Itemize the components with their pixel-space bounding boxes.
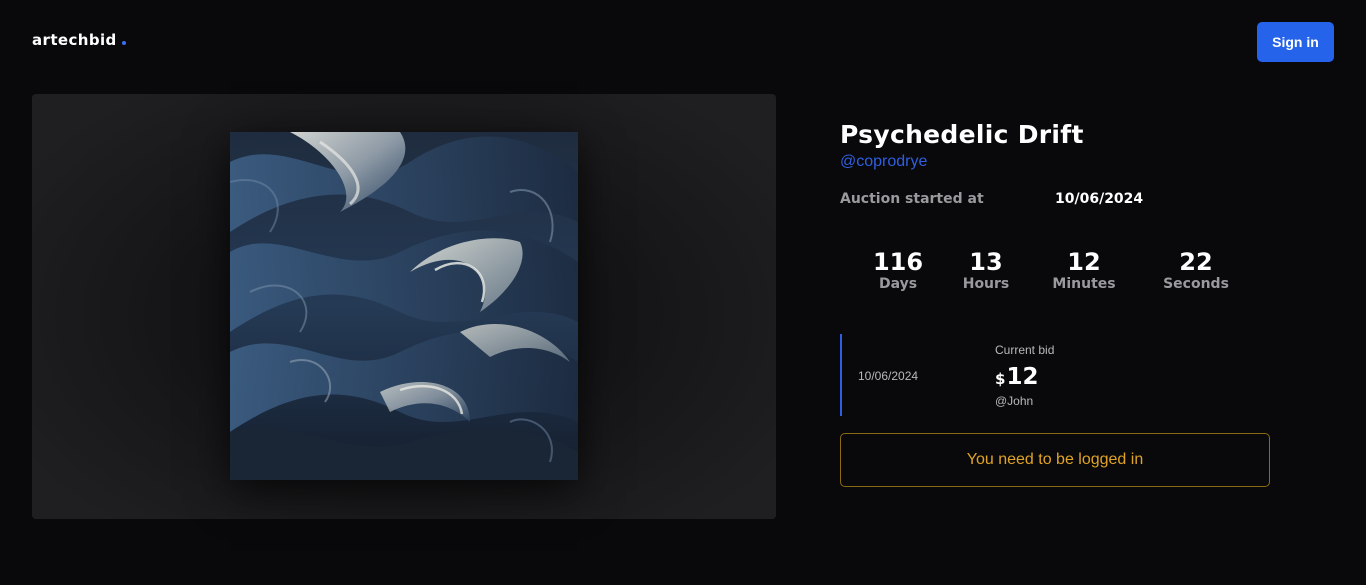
artist-link[interactable]: @coprodrye — [840, 153, 927, 171]
artwork-image — [230, 132, 578, 480]
countdown-minutes: 12 Minutes — [1052, 248, 1115, 292]
auction-start-label: Auction started at — [840, 191, 984, 207]
site-header: artechbid Sign in — [0, 0, 1366, 84]
countdown-days-label: Days — [878, 276, 918, 292]
countdown-days-value: 116 — [872, 248, 924, 276]
bid-date: 10/06/2024 — [858, 369, 919, 383]
countdown-seconds-value: 22 — [1179, 248, 1213, 276]
countdown-seconds: 22 Seconds — [1163, 248, 1229, 292]
countdown-hours-value: 13 — [969, 248, 1003, 276]
bidder-username: @John — [995, 394, 1034, 408]
countdown-minutes-value: 12 — [1067, 248, 1101, 276]
bid-accent-bar — [840, 334, 842, 416]
sign-in-button[interactable]: Sign in — [1257, 22, 1334, 62]
logo-text: artechbid — [32, 31, 117, 49]
countdown-minutes-label: Minutes — [1052, 276, 1116, 292]
logo-dot-icon — [121, 41, 126, 45]
countdown-hours: 13 Hours — [963, 248, 1010, 292]
countdown-days: 116 Days — [873, 248, 923, 292]
logo[interactable]: artechbid — [32, 31, 126, 49]
current-bid-amount: $ 12 — [995, 364, 1038, 390]
artwork-stage — [32, 94, 776, 519]
login-required-button[interactable]: You need to be logged in — [840, 433, 1270, 487]
artwork-title: Psychedelic Drift — [840, 120, 1084, 149]
countdown-hours-label: Hours — [962, 276, 1010, 292]
bid-currency-symbol: $ — [995, 370, 1006, 388]
auction-start-date: 10/06/2024 — [1055, 191, 1144, 207]
countdown-seconds-label: Seconds — [1163, 276, 1229, 292]
current-bid-label: Current bid — [995, 343, 1055, 357]
bid-amount-value: 12 — [1006, 364, 1039, 390]
